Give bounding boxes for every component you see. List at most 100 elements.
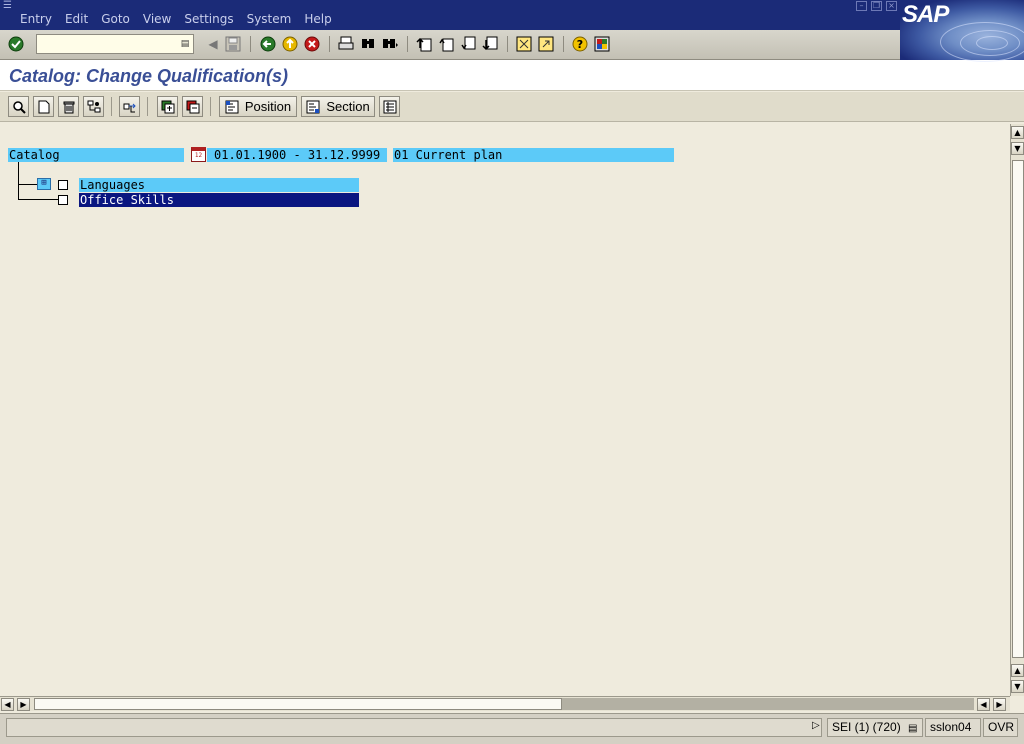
tree-connector (18, 199, 58, 200)
collapse-icon (186, 100, 199, 113)
menu-system[interactable]: System (247, 12, 292, 26)
horizontal-scrollbar[interactable]: ◀ ▶ ◀ ▶ (0, 696, 1010, 711)
toolbar-separator (329, 36, 330, 52)
toolbar-separator (147, 97, 148, 116)
toolbar-separator (111, 97, 112, 116)
create-button[interactable] (33, 96, 54, 117)
application-toolbar: Position Section (0, 92, 1024, 122)
section-button-label: Section (326, 99, 370, 114)
first-page-icon[interactable] (415, 35, 433, 53)
minimize-icon[interactable]: – (856, 1, 867, 11)
toolbar-separator (210, 97, 211, 116)
delete-button[interactable] (58, 96, 79, 117)
back-nav-icon[interactable]: ◀ (204, 35, 222, 53)
svg-text:?: ? (577, 38, 583, 51)
horizontal-scroll-track[interactable] (562, 698, 974, 710)
horizontal-scroll-thumb[interactable] (34, 698, 562, 710)
back-icon[interactable] (259, 35, 277, 53)
find-next-icon[interactable] (381, 35, 399, 53)
expand-button[interactable] (157, 96, 178, 117)
scroll-up-icon[interactable]: ▼ (1011, 142, 1024, 155)
vertical-scroll-thumb[interactable] (1012, 160, 1024, 658)
new-session-icon[interactable] (515, 35, 533, 53)
command-field[interactable]: ▤ (36, 34, 194, 54)
menu-settings[interactable]: Settings (184, 12, 233, 26)
catalog-label: Catalog (8, 148, 184, 162)
vertical-scrollbar[interactable]: ▲ ▼ ▲ ▼ (1010, 124, 1024, 696)
toolbar-separator (250, 36, 251, 52)
save-icon[interactable] (224, 35, 242, 53)
enter-icon[interactable] (7, 35, 25, 53)
menu-bar: ☰ Entry Edit Goto View Settings System H… (0, 0, 1024, 30)
exit-icon[interactable] (281, 35, 299, 53)
trash-icon (63, 101, 74, 113)
system-menu-icon[interactable]: ☰ (3, 1, 15, 11)
menu-entry[interactable]: Entry (20, 12, 52, 26)
next-page-icon[interactable] (459, 35, 477, 53)
sap-logo-text: SAP (902, 1, 949, 28)
page-title: Catalog: Change Qualification(s) (9, 66, 289, 86)
server-field: sslon04 (925, 718, 981, 737)
plan-version-field: 01 Current plan (393, 148, 674, 162)
close-window-icon[interactable]: × (886, 1, 897, 11)
status-message (6, 718, 822, 737)
print-icon[interactable] (337, 35, 355, 53)
work-area: Catalog 12 01.01.1900 - 31.12.9999 01 Cu… (0, 124, 1010, 696)
section-button[interactable]: Section (301, 96, 375, 117)
expand-node-icon[interactable]: ⊞ (37, 178, 51, 190)
standard-toolbar: ▤ ◀ ? (0, 30, 1024, 60)
toolbar-separator (563, 36, 564, 52)
menu-goto[interactable]: Goto (101, 12, 130, 26)
scroll-right-icon[interactable]: ▶ (17, 698, 30, 711)
position-button[interactable]: Position (219, 96, 297, 117)
node-checkbox[interactable] (58, 180, 68, 190)
status-expand-icon[interactable]: ▷ (812, 720, 820, 731)
shortcut-icon[interactable] (537, 35, 555, 53)
date-range-field: 01.01.1900 - 31.12.9999 (207, 148, 387, 162)
previous-page-icon[interactable] (437, 35, 455, 53)
collapse-button[interactable] (182, 96, 203, 117)
find-icon[interactable] (359, 35, 377, 53)
structure-button[interactable] (83, 96, 104, 117)
toolbar-separator (407, 36, 408, 52)
hierarchy-icon (87, 100, 100, 112)
node-checkbox[interactable] (58, 195, 68, 205)
help-icon[interactable]: ? (571, 35, 589, 53)
last-page-icon[interactable] (481, 35, 499, 53)
scroll-bottom-icon[interactable]: ▼ (1011, 680, 1024, 693)
cancel-icon[interactable] (303, 35, 321, 53)
toolbar-separator (507, 36, 508, 52)
position-button-label: Position (244, 99, 292, 114)
new-document-icon (38, 100, 49, 113)
display-icon (12, 100, 26, 114)
tree-connector (18, 184, 38, 185)
system-info-list-icon[interactable]: ▤ (908, 723, 917, 734)
menu: Entry Edit Goto View Settings System Hel… (20, 12, 345, 26)
move-icon (123, 103, 136, 112)
scroll-far-left-icon[interactable]: ◀ (977, 698, 990, 711)
scroll-left-icon[interactable]: ◀ (1, 698, 14, 711)
legend-button[interactable] (379, 96, 400, 117)
sap-logo: SAP (900, 0, 1024, 62)
tree-connector (18, 162, 19, 200)
system-info: SEI (1) (720) (832, 720, 901, 734)
tree-node-selected[interactable]: Office Skills (79, 193, 359, 207)
status-bar: ▷ SEI (1) (720) ▤ sslon04 OVR (0, 713, 1024, 744)
layout-icon[interactable] (593, 35, 611, 53)
scroll-top-icon[interactable]: ▲ (1011, 126, 1024, 139)
menu-view[interactable]: View (143, 12, 171, 26)
restore-icon[interactable]: ❐ (871, 1, 882, 11)
command-history-icon[interactable]: ▤ (179, 37, 191, 51)
calendar-icon[interactable]: 12 (191, 147, 206, 162)
tree-node[interactable]: Languages (79, 178, 359, 192)
menu-edit[interactable]: Edit (65, 12, 88, 26)
move-button[interactable] (119, 96, 140, 117)
title-area: Catalog: Change Qualification(s) (0, 60, 1024, 91)
position-icon (225, 100, 239, 113)
menu-help[interactable]: Help (304, 12, 331, 26)
system-info-field[interactable]: SEI (1) (720) ▤ (827, 718, 923, 737)
insert-mode-field[interactable]: OVR (983, 718, 1018, 737)
scroll-down-icon[interactable]: ▲ (1011, 664, 1024, 677)
scroll-far-right-icon[interactable]: ▶ (993, 698, 1006, 711)
display-button[interactable] (8, 96, 29, 117)
